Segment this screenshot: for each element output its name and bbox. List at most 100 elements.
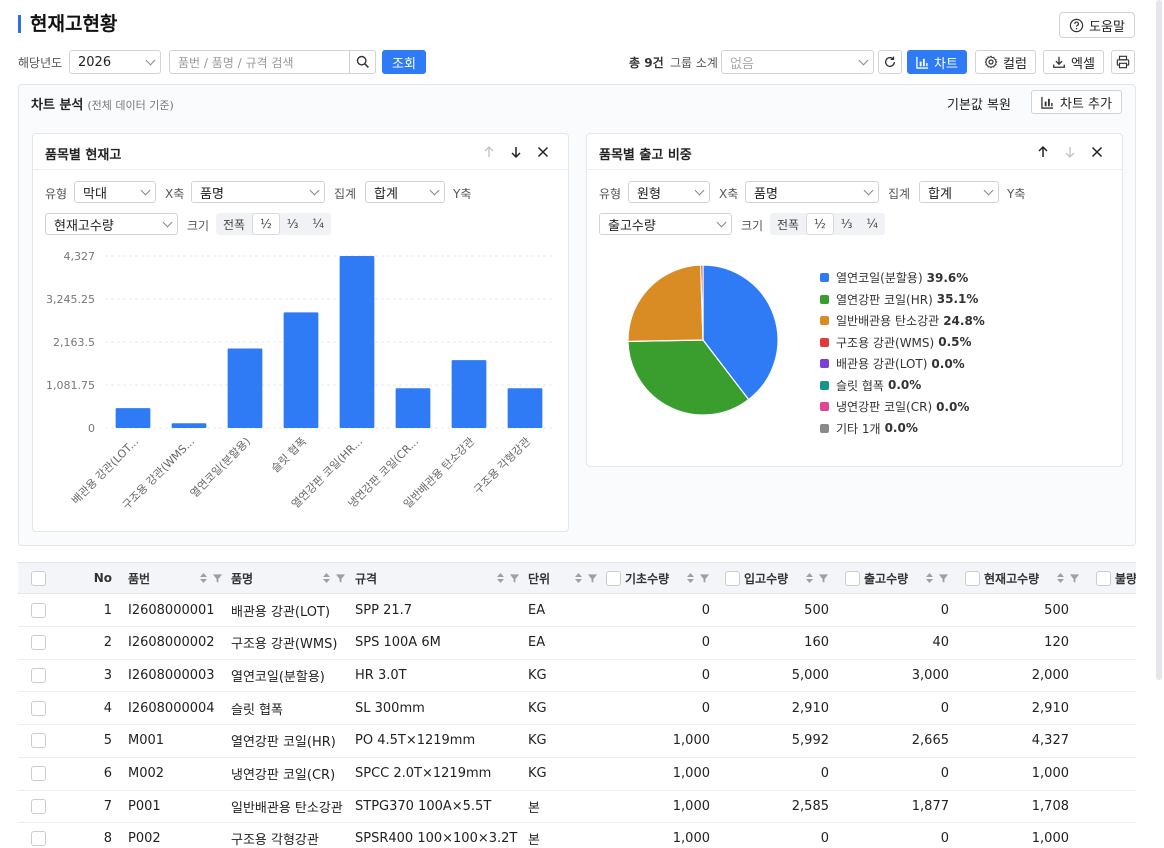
filter-icon[interactable]: [1069, 573, 1080, 584]
sort-icon[interactable]: [805, 572, 814, 584]
sort-icon[interactable]: [574, 572, 583, 584]
size-option-full[interactable]: 전폭: [770, 213, 806, 235]
header-unit[interactable]: 단위: [528, 563, 598, 593]
sort-icon[interactable]: [496, 572, 505, 584]
size-option-quarter[interactable]: ¼: [305, 213, 331, 235]
sort-icon[interactable]: [199, 572, 208, 584]
move-down-button[interactable]: [507, 143, 525, 161]
header-stock-qty[interactable]: 현재고수량: [965, 563, 1080, 593]
aggregate-select[interactable]: 합계: [365, 181, 445, 203]
size-option-half[interactable]: ½: [806, 213, 834, 235]
sort-filter-icons[interactable]: [199, 572, 223, 584]
size-option-third[interactable]: ⅓: [834, 213, 860, 235]
print-button[interactable]: [1111, 50, 1135, 74]
group-select[interactable]: 없음: [721, 50, 874, 74]
move-down-button[interactable]: [1061, 143, 1079, 161]
filter-icon[interactable]: [509, 573, 520, 584]
x-axis-select[interactable]: 품명: [745, 181, 879, 203]
table-row[interactable]: 7 P001 일반배관용 탄소강관 STPG370 100A×5.5T 본 1,000 2,…: [18, 790, 1136, 824]
header-name[interactable]: 품명: [231, 563, 346, 593]
header-base-qty[interactable]: 기초수량: [606, 563, 710, 593]
legend-label: 냉연강판 코일(CR): [836, 400, 933, 415]
table-row[interactable]: 4 I2608000004 슬릿 협폭 SL 300mm KG 0 2,910 0 2,910: [18, 692, 1136, 726]
bar: [395, 388, 431, 428]
y-axis-select[interactable]: 출고수량: [599, 213, 732, 235]
legend-item[interactable]: 구조용 강관(WMS) 0.5%: [820, 332, 985, 354]
legend-item[interactable]: 배관용 강관(LOT) 0.0%: [820, 353, 985, 375]
cell-in: 5,000: [791, 667, 829, 683]
excel-export-button[interactable]: 엑셀: [1043, 50, 1104, 74]
table-row[interactable]: 8 P002 구조용 각형강관 SPSR400 100×100×3.2T 본 1,000 0…: [18, 823, 1136, 848]
size-option-half[interactable]: ½: [252, 213, 280, 235]
sort-filter-icons[interactable]: [574, 572, 598, 584]
row-checkbox[interactable]: [31, 659, 46, 691]
add-chart-button[interactable]: 차트 추가: [1031, 90, 1122, 114]
header-out-qty[interactable]: 출고수량: [845, 563, 949, 593]
header-bad-qty[interactable]: 불량: [1096, 563, 1136, 593]
row-checkbox[interactable]: [31, 758, 46, 790]
move-up-button[interactable]: [1034, 143, 1052, 161]
reset-defaults-link[interactable]: 기본값 복원: [947, 94, 1011, 113]
search-input[interactable]: 품번 / 품명 / 규격 검색: [169, 50, 350, 74]
table-row[interactable]: 5 M001 열연강판 코일(HR) PO 4.5T×1219mm KG 1,000 5,9…: [18, 725, 1136, 758]
sort-filter-icons[interactable]: [322, 572, 346, 584]
header-spec[interactable]: 규격: [355, 563, 520, 593]
refresh-button[interactable]: [878, 50, 902, 74]
row-checkbox[interactable]: [31, 594, 46, 626]
sort-filter-icons[interactable]: [686, 572, 710, 584]
legend-item[interactable]: 기타 1개 0.0%: [820, 418, 985, 440]
filter-icon[interactable]: [938, 573, 949, 584]
size-option-third[interactable]: ⅓: [280, 213, 306, 235]
y-axis-select[interactable]: 현재고수량: [45, 213, 178, 235]
table-row[interactable]: 6 M002 냉연강판 코일(CR) SPCC 2.0T×1219mm KG 1,000 0…: [18, 758, 1136, 791]
move-up-button[interactable]: [480, 143, 498, 161]
legend-item[interactable]: 냉연강판 코일(CR) 0.0%: [820, 396, 985, 418]
chart-type-select[interactable]: 막대: [74, 181, 156, 203]
chart-type-select[interactable]: 원형: [628, 181, 710, 203]
chart-toggle-button[interactable]: 차트: [907, 50, 967, 74]
table-row[interactable]: 1 I2608000001 배관용 강관(LOT) SPP 21.7 EA 0 500 0 50…: [18, 594, 1136, 627]
legend-item[interactable]: 일반배관용 탄소강관 24.8%: [820, 310, 985, 332]
size-option-quarter[interactable]: ¼: [859, 213, 885, 235]
row-checkbox[interactable]: [31, 627, 46, 659]
row-checkbox[interactable]: [31, 790, 46, 822]
search-button[interactable]: [350, 50, 376, 74]
row-checkbox[interactable]: [31, 725, 46, 757]
close-panel-button[interactable]: [534, 143, 552, 161]
header-code[interactable]: 품번: [128, 563, 223, 593]
legend-item[interactable]: 열연코일(분할용) 39.6%: [820, 267, 985, 289]
sort-icon[interactable]: [322, 572, 331, 584]
legend-item[interactable]: 슬릿 협폭 0.0%: [820, 375, 985, 397]
table-row[interactable]: 3 I2608000003 열연코일(분할용) HR 3.0T KG 0 5,000 3,00…: [18, 659, 1136, 693]
header-no[interactable]: No: [78, 563, 112, 593]
table-row[interactable]: 2 I2608000002 구조용 강관(WMS) SPS 100A 6M EA 0 160…: [18, 627, 1136, 660]
filter-icon[interactable]: [587, 573, 598, 584]
header-in-qty[interactable]: 입고수량: [725, 563, 829, 593]
sort-filter-icons[interactable]: [1056, 572, 1080, 584]
sort-icon[interactable]: [1056, 572, 1065, 584]
aggregate-select[interactable]: 합계: [919, 181, 999, 203]
x-axis-select[interactable]: 품명: [191, 181, 325, 203]
bar-panel-title: 품목별 현재고: [45, 148, 122, 163]
year-select[interactable]: 2026: [69, 50, 161, 74]
select-all-checkbox[interactable]: [31, 563, 46, 593]
sort-icon[interactable]: [925, 572, 934, 584]
query-button[interactable]: 조회: [382, 50, 426, 74]
close-panel-button[interactable]: [1088, 143, 1106, 161]
pie-slice: [627, 264, 704, 343]
help-button[interactable]: 도움말: [1059, 12, 1135, 38]
page-scrollbar[interactable]: [1156, 0, 1162, 680]
filter-icon[interactable]: [699, 573, 710, 584]
size-option-full[interactable]: 전폭: [216, 213, 252, 235]
sort-filter-icons[interactable]: [925, 572, 949, 584]
filter-icon[interactable]: [212, 573, 223, 584]
filter-icon[interactable]: [335, 573, 346, 584]
legend-item[interactable]: 열연강판 코일(HR) 35.1%: [820, 289, 985, 311]
sort-icon[interactable]: [686, 572, 695, 584]
sort-filter-icons[interactable]: [805, 572, 829, 584]
row-checkbox[interactable]: [31, 692, 46, 724]
column-settings-button[interactable]: 컬럼: [975, 50, 1036, 74]
row-checkbox[interactable]: [31, 823, 46, 848]
sort-filter-icons[interactable]: [496, 572, 520, 584]
filter-icon[interactable]: [818, 573, 829, 584]
